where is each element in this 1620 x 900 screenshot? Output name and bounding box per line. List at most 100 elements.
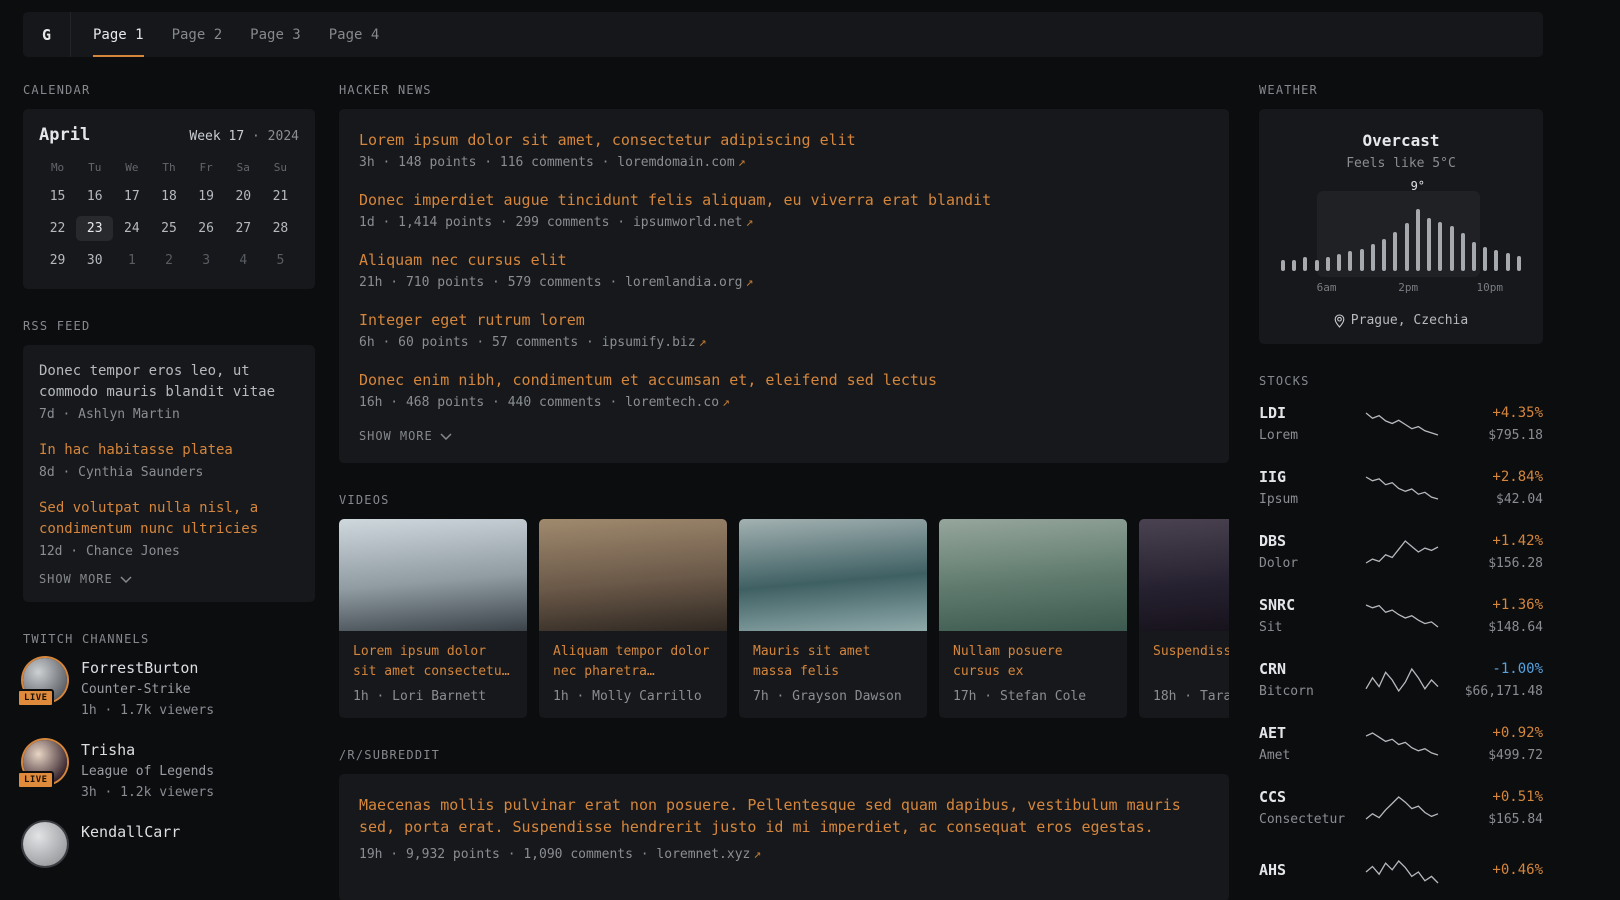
stock-id: CCS Consectetur bbox=[1259, 787, 1355, 829]
calendar-dow: Mo bbox=[39, 161, 76, 177]
calendar-day[interactable]: 21 bbox=[262, 184, 299, 209]
rss-item-title[interactable]: In hac habitasse platea bbox=[39, 440, 299, 461]
rss-item: Donec tempor eros leo, ut commodo mauris… bbox=[39, 361, 299, 425]
video-thumbnail[interactable] bbox=[1139, 519, 1229, 631]
calendar-dow: Tu bbox=[76, 161, 113, 177]
calendar-day[interactable]: 20 bbox=[225, 184, 262, 209]
stock-row[interactable]: LDI Lorem +4.35% $795.18 bbox=[1259, 400, 1543, 447]
reddit-post-stats: 19h · 9,932 points · 1,090 comments · bbox=[359, 847, 656, 862]
video-card[interactable]: Nullam posuere cursus ex 17h · Stefan Co… bbox=[939, 519, 1127, 718]
channel-name[interactable]: Trisha bbox=[81, 740, 214, 760]
stock-change: +0.51% bbox=[1449, 787, 1543, 807]
hn-item-domain[interactable]: ipsumworld.net bbox=[633, 215, 743, 230]
twitch-channel[interactable]: LIVE ForrestBurton Counter-Strike 1h · 1… bbox=[23, 658, 315, 720]
calendar-day-selected[interactable]: 23 bbox=[76, 216, 113, 241]
rss-item-meta: 12d · Chance Jones bbox=[39, 541, 299, 562]
channel-name[interactable]: KendallCarr bbox=[81, 822, 180, 842]
video-card[interactable]: Mauris sit amet massa felis 7h · Grayson… bbox=[739, 519, 927, 718]
stock-row[interactable]: IIG Ipsum +2.84% $42.04 bbox=[1259, 464, 1543, 511]
rss-section-title: RSS FEED bbox=[23, 319, 315, 333]
calendar-day[interactable]: 15 bbox=[39, 184, 76, 209]
hn-item-meta: 1d · 1,414 points · 299 comments · ipsum… bbox=[359, 212, 1209, 233]
weather-bar bbox=[1326, 257, 1330, 271]
stock-row[interactable]: SNRC Sit +1.36% $148.64 bbox=[1259, 592, 1543, 639]
calendar-day[interactable]: 16 bbox=[76, 184, 113, 209]
hn-item-title[interactable]: Integer eget rutrum lorem bbox=[359, 309, 1209, 331]
calendar-day[interactable]: 17 bbox=[113, 184, 150, 209]
video-thumbnail[interactable] bbox=[939, 519, 1127, 631]
calendar-dow: We bbox=[113, 161, 150, 177]
hn-item-domain[interactable]: loremdomain.com bbox=[617, 155, 734, 170]
video-thumbnail[interactable] bbox=[339, 519, 527, 631]
stock-id: CRN Bitcorn bbox=[1259, 659, 1355, 701]
stock-sparkline bbox=[1355, 539, 1449, 565]
hn-item-title[interactable]: Donec imperdiet augue tincidunt felis al… bbox=[359, 189, 1209, 211]
calendar-day[interactable]: 28 bbox=[262, 216, 299, 241]
stock-values: +0.51% $165.84 bbox=[1449, 787, 1543, 829]
calendar-day-other-month[interactable]: 4 bbox=[225, 248, 262, 273]
channel-name[interactable]: ForrestBurton bbox=[81, 658, 214, 678]
hn-item-domain[interactable]: loremlandia.org bbox=[625, 275, 742, 290]
calendar-day[interactable]: 18 bbox=[150, 184, 187, 209]
hn-item-meta: 3h · 148 points · 116 comments · loremdo… bbox=[359, 152, 1209, 173]
video-card[interactable]: Lorem ipsum dolor sit amet consectetu… 1… bbox=[339, 519, 527, 718]
stock-row[interactable]: CCS Consectetur +0.51% $165.84 bbox=[1259, 784, 1543, 831]
stock-row[interactable]: AHS +0.46% bbox=[1259, 848, 1543, 895]
calendar-day-other-month[interactable]: 1 bbox=[113, 248, 150, 273]
stock-id: AHS bbox=[1259, 860, 1355, 884]
calendar-year-label: · 2024 bbox=[252, 129, 299, 144]
rss-show-more-button[interactable]: SHOW MORE bbox=[39, 572, 132, 586]
video-thumbnail[interactable] bbox=[539, 519, 727, 631]
channel-info: Trisha League of Legends 3h · 1.2k viewe… bbox=[81, 740, 214, 802]
calendar-day[interactable]: 22 bbox=[39, 216, 76, 241]
stock-row[interactable]: CRN Bitcorn -1.00% $66,171.48 bbox=[1259, 656, 1543, 703]
hn-item-title[interactable]: Donec enim nibh, condimentum et accumsan… bbox=[359, 369, 1209, 391]
hn-item-title[interactable]: Lorem ipsum dolor sit amet, consectetur … bbox=[359, 129, 1209, 151]
calendar-day[interactable]: 26 bbox=[188, 216, 225, 241]
video-title[interactable]: Mauris sit amet massa felis bbox=[753, 642, 913, 682]
calendar-day-other-month[interactable]: 5 bbox=[262, 248, 299, 273]
calendar-day[interactable]: 24 bbox=[113, 216, 150, 241]
stock-row[interactable]: DBS Dolor +1.42% $156.28 bbox=[1259, 528, 1543, 575]
stock-change: -1.00% bbox=[1449, 659, 1543, 679]
hn-item: Lorem ipsum dolor sit amet, consectetur … bbox=[359, 129, 1209, 173]
hn-item-title[interactable]: Aliquam nec cursus elit bbox=[359, 249, 1209, 271]
calendar-day-other-month[interactable]: 2 bbox=[150, 248, 187, 273]
rss-item-title[interactable]: Donec tempor eros leo, ut commodo mauris… bbox=[39, 361, 299, 403]
rss-item: In hac habitasse platea 8d · Cynthia Sau… bbox=[39, 440, 299, 483]
calendar-day[interactable]: 25 bbox=[150, 216, 187, 241]
calendar-day[interactable]: 19 bbox=[188, 184, 225, 209]
hn-item-meta: 6h · 60 points · 57 comments · ipsumify.… bbox=[359, 332, 1209, 353]
calendar-day-other-month[interactable]: 3 bbox=[188, 248, 225, 273]
tab-page-2[interactable]: Page 2 bbox=[172, 12, 223, 57]
stock-values: -1.00% $66,171.48 bbox=[1449, 659, 1543, 701]
twitch-channel[interactable]: KendallCarr bbox=[23, 822, 315, 866]
video-title[interactable]: Suspendisse diam bbox=[1153, 642, 1229, 682]
rss-item-title[interactable]: Sed volutpat nulla nisl, a condimentum n… bbox=[39, 498, 299, 540]
calendar-dow: Fr bbox=[188, 161, 225, 177]
tab-page-4[interactable]: Page 4 bbox=[329, 12, 380, 57]
reddit-post-domain[interactable]: loremnet.xyz bbox=[656, 847, 750, 862]
weather-bar bbox=[1517, 256, 1521, 271]
tab-page-1[interactable]: Page 1 bbox=[93, 12, 144, 57]
stock-id: IIG Ipsum bbox=[1259, 467, 1355, 509]
video-title[interactable]: Lorem ipsum dolor sit amet consectetu… bbox=[353, 642, 513, 682]
video-title[interactable]: Nullam posuere cursus ex bbox=[953, 642, 1113, 682]
video-card[interactable]: Suspendisse diam 18h · Tara bbox=[1139, 519, 1229, 718]
calendar-day[interactable]: 29 bbox=[39, 248, 76, 273]
hn-item-domain[interactable]: loremtech.co bbox=[625, 395, 719, 410]
video-card[interactable]: Aliquam tempor dolor nec pharetra… 1h · … bbox=[539, 519, 727, 718]
calendar-day[interactable]: 27 bbox=[225, 216, 262, 241]
page-tabs: Page 1 Page 2 Page 3 Page 4 bbox=[93, 12, 379, 57]
external-link-icon: ↗ bbox=[746, 275, 754, 290]
stock-row[interactable]: AET Amet +0.92% $499.72 bbox=[1259, 720, 1543, 767]
hn-item-domain[interactable]: ipsumify.biz bbox=[602, 335, 696, 350]
video-thumbnail[interactable] bbox=[739, 519, 927, 631]
calendar-day[interactable]: 30 bbox=[76, 248, 113, 273]
reddit-post-title[interactable]: Maecenas mollis pulvinar erat non posuer… bbox=[359, 794, 1209, 838]
tab-page-3[interactable]: Page 3 bbox=[250, 12, 301, 57]
weather-feels-like: Feels like 5°C bbox=[1275, 156, 1527, 171]
hn-show-more-button[interactable]: SHOW MORE bbox=[359, 429, 452, 443]
video-title[interactable]: Aliquam tempor dolor nec pharetra… bbox=[553, 642, 713, 682]
twitch-channel[interactable]: LIVE Trisha League of Legends 3h · 1.2k … bbox=[23, 740, 315, 802]
